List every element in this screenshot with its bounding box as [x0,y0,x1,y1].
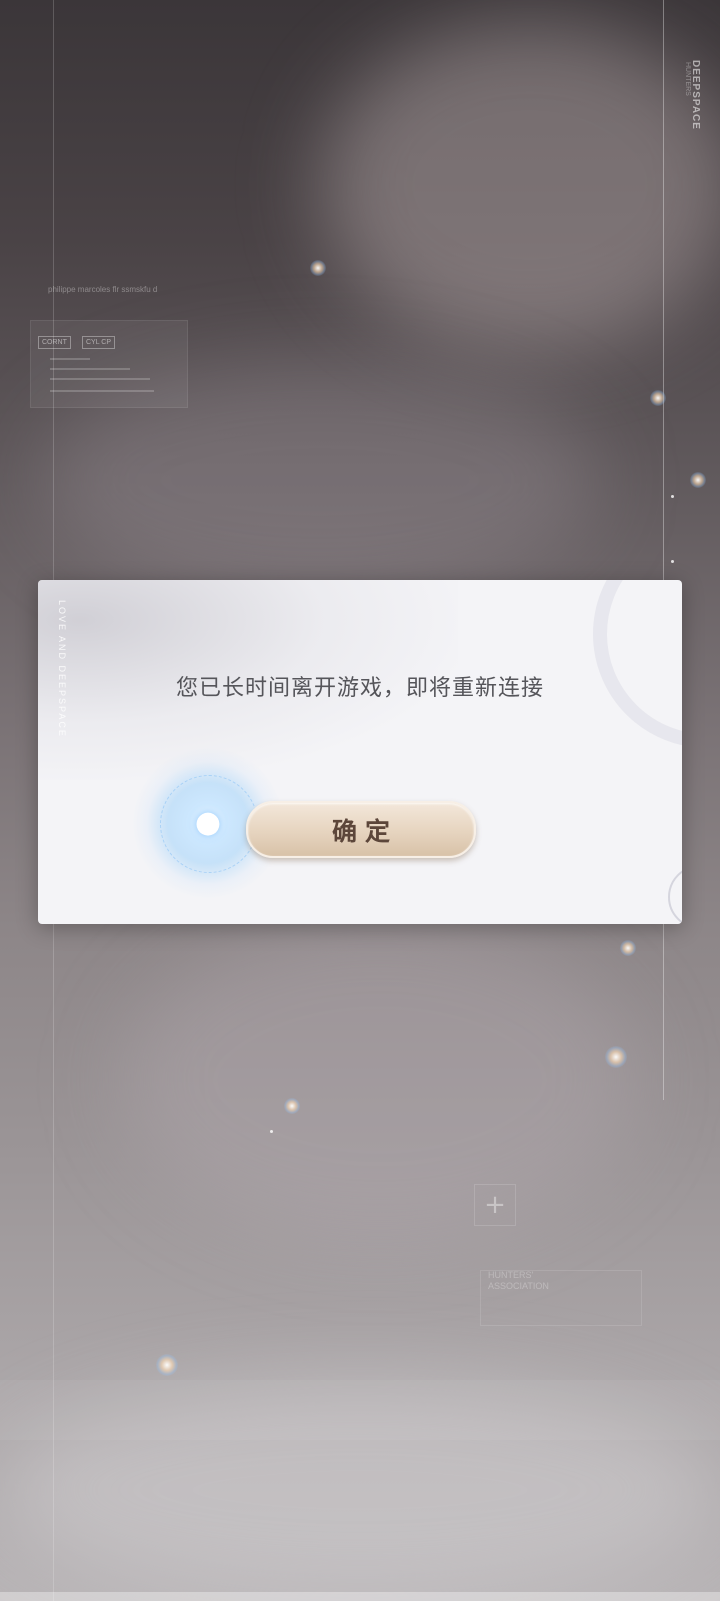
companion-silhouette-icon: ● [194,805,222,840]
background-blur-highlight [320,20,720,350]
plus-icon: + [474,1184,516,1226]
decorative-vertical-line [663,0,664,1100]
light-dot [270,1130,273,1133]
hud-tag: CYL CP [82,336,116,349]
light-sparkle [690,472,706,488]
bottom-menu-bar [0,1380,720,1440]
light-dot [671,495,674,498]
background-blur-shape [120,920,640,1240]
brand-sub-label: HUNTERS [684,62,691,96]
light-sparkle [310,260,326,276]
dialog-side-label: LOVE AND DEEPSPACE [57,600,67,738]
hud-faded-text: philippe marcoles flr ssmskfu d [48,285,158,294]
hud-line [50,358,90,360]
light-sparkle [284,1098,300,1114]
bottom-strip [0,1592,720,1601]
association-label: HUNTERS' ASSOCIATION [488,1270,549,1291]
hud-line [50,378,150,380]
light-sparkle [156,1354,178,1376]
hud-line [50,390,154,392]
light-dot [671,560,674,563]
light-sparkle [605,1046,627,1068]
hud-tag: CORNT [38,336,71,349]
hud-line [50,368,130,370]
confirm-button[interactable]: 确定 [246,801,476,858]
confirm-button-label: 确定 [331,816,398,846]
dialog-decor-arc [593,580,682,748]
dialog-decor-arc [668,865,682,924]
brand-vertical-label: DEEPSPACE [690,60,701,130]
light-sparkle [650,390,666,406]
dialog-message: 您已长时间离开游戏，即将重新连接 [175,676,544,701]
game-screen: DEEPSPACE HUNTERS philippe marcoles flr … [0,0,720,1601]
reconnect-dialog: LOVE AND DEEPSPACE 您已长时间离开游戏，即将重新连接 ● 确定 [38,580,682,924]
hud-info-card [30,320,188,408]
light-sparkle [620,940,636,956]
